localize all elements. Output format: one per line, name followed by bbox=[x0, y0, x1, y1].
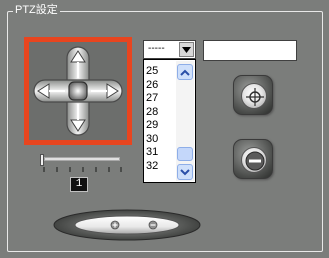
preset-dropdown-list[interactable]: 25 26 27 28 29 30 31 32 bbox=[143, 59, 196, 183]
crosshair-icon bbox=[246, 88, 264, 106]
preset-option[interactable]: 26 bbox=[146, 79, 158, 93]
scroll-down-button[interactable] bbox=[177, 164, 193, 180]
joystick-frame bbox=[24, 37, 132, 145]
group-title: PTZ設定 bbox=[13, 3, 60, 17]
list-scrollbar[interactable] bbox=[176, 61, 194, 181]
speed-value: 1 bbox=[70, 177, 88, 192]
preset-option[interactable]: 30 bbox=[146, 133, 158, 147]
preset-option[interactable]: 31 bbox=[146, 146, 158, 160]
delete-preset-face bbox=[241, 147, 267, 173]
set-preset-face bbox=[241, 83, 267, 109]
preset-option[interactable]: 29 bbox=[146, 119, 158, 133]
zoom-out-icon[interactable] bbox=[148, 220, 158, 230]
joystick-center bbox=[68, 81, 88, 101]
scroll-thumb[interactable] bbox=[177, 147, 193, 161]
delete-preset-button[interactable] bbox=[233, 139, 273, 179]
preset-option[interactable]: 28 bbox=[146, 106, 158, 120]
preset-option[interactable]: 32 bbox=[146, 160, 158, 174]
preset-select[interactable]: ----- bbox=[143, 40, 196, 59]
preset-name-input[interactable] bbox=[203, 40, 297, 61]
dropdown-button[interactable] bbox=[179, 42, 194, 57]
scroll-up-button[interactable] bbox=[177, 64, 193, 80]
speed-slider-track[interactable] bbox=[44, 157, 120, 161]
preset-option[interactable]: 27 bbox=[146, 92, 158, 106]
set-preset-button[interactable] bbox=[233, 75, 273, 115]
preset-options: 25 26 27 28 29 30 31 32 bbox=[146, 65, 158, 173]
chevron-down-icon bbox=[180, 168, 190, 175]
joystick-pad[interactable] bbox=[29, 42, 127, 140]
zoom-in-icon[interactable] bbox=[110, 220, 120, 230]
preset-selected-value: ----- bbox=[148, 43, 165, 54]
zoom-control[interactable] bbox=[52, 208, 202, 242]
chevron-down-icon bbox=[182, 46, 191, 53]
speed-slider-thumb[interactable] bbox=[40, 154, 44, 166]
preset-option[interactable]: 25 bbox=[146, 65, 158, 79]
chevron-up-icon bbox=[180, 69, 190, 76]
minus-circle-icon bbox=[245, 151, 265, 171]
slider-ticks bbox=[43, 167, 122, 172]
